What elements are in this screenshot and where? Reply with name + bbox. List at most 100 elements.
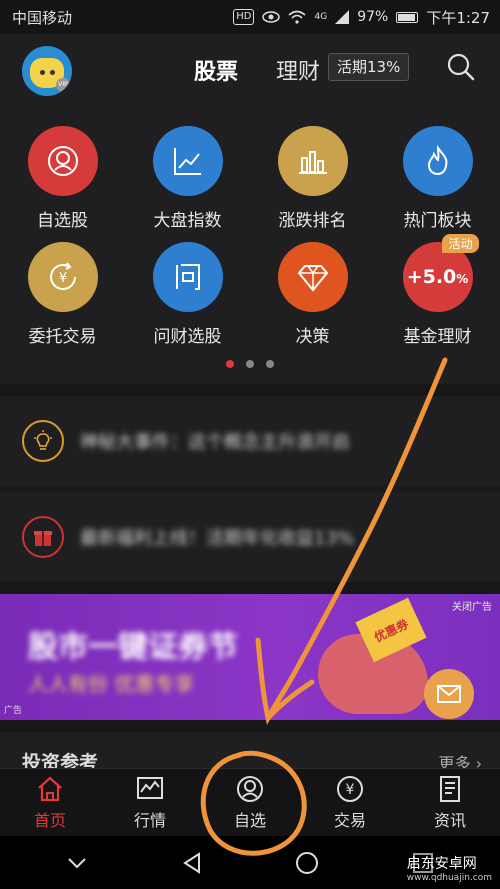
grid-item-hot-sector[interactable]: 热门板块 [375,120,500,236]
vip-badge: VIP [56,78,70,92]
grid-item-index[interactable]: 大盘指数 [125,120,250,236]
banner-subtitle: 人人有份 优惠专享 [28,672,195,696]
grid-item-decision[interactable]: 决策 [250,236,375,352]
bar-chart-icon [298,151,327,174]
eye-dot [40,70,45,75]
ad-banner[interactable]: 股市一键证券节 人人有份 优惠专享 优惠券 关闭广告 广告 [0,594,500,720]
status-bar: 中国移动 HD 4G 97% 下午1:27 [0,0,500,34]
grid-circle [277,126,348,196]
home-icon [38,776,62,802]
avatar[interactable]: VIP [22,46,72,96]
nav-news[interactable]: 资讯 [400,769,500,836]
search-icon[interactable] [446,52,476,82]
news-headline: 神秘大事件：这个概念主升浪开启 [80,432,350,453]
battery-percent: 97% [357,9,389,25]
grid-item-entrust-trade[interactable]: ¥ 委托交易 [0,236,125,352]
line-chart-icon [173,148,201,175]
grid-item-ask-select[interactable]: 问财选股 [125,236,250,352]
mail-button[interactable] [424,669,474,719]
hd-icon: HD [233,9,255,25]
grid-item-ranking[interactable]: 涨跌排名 [250,120,375,236]
watermark: 启东安卓网 www.qdhuajin.com [402,851,496,885]
banner-title: 股市一键证券节 [28,630,238,665]
battery-icon [396,11,419,23]
divider [0,384,500,396]
lightbulb-icon [22,420,64,462]
signal-icon [335,10,350,24]
watermark-title: 启东安卓网 [406,856,477,872]
grid-circle [152,242,223,312]
grid-item-fund[interactable]: 活动 +5.0% 基金理财 [375,234,500,352]
grid-circle [402,126,473,196]
tab-finance[interactable]: 理财 [276,54,320,86]
divider [0,582,500,594]
news-headline: 最新福利上线！活期年化收益13% [80,528,355,549]
nav-label: 自选 [233,811,266,830]
nav-label: 行情 [133,811,166,830]
feature-grid: 自选股 大盘指数 涨跌排名 热门板块 ¥ 委托交易 问财选股 决策 活动 +5.… [0,120,500,352]
news-row[interactable]: 神秘大事件：这个概念主升浪开启 [0,396,500,486]
nav-label: 交易 [333,811,366,830]
nav-market[interactable]: 行情 [100,769,200,836]
chevron-down-icon[interactable] [66,856,88,870]
fund-rate-unit: % [456,272,469,286]
news-row[interactable]: 最新福利上线！活期年化收益13% [0,492,500,582]
pager-dot[interactable] [266,360,274,368]
grid-circle [27,126,98,196]
nav-label: 资讯 [433,811,466,830]
wifi-icon [288,10,307,24]
eye-dot [50,70,55,75]
grid-circle [152,126,223,196]
grid-label: 涨跌排名 [278,211,347,231]
gift-icon [22,516,64,558]
grid-circle: 活动 +5.0% [402,234,479,312]
grid-label: 自选股 [37,211,88,231]
ask-icon [175,264,200,290]
news-icon [440,776,460,802]
divider [0,720,500,732]
signal-label: 4G [314,12,328,22]
watchlist-icon [237,776,263,802]
pager-dots [0,360,500,368]
pager-dot[interactable] [246,360,254,368]
carrier-label: 中国移动 [12,8,73,27]
svg-text:¥: ¥ [58,271,66,286]
yen-icon: ¥ [337,776,363,802]
grid-label: 基金理财 [403,327,472,347]
market-chart-icon [137,777,163,799]
tab-stock[interactable]: 股票 [194,54,238,86]
grid-label: 决策 [295,327,330,347]
user-circle-icon [47,146,78,176]
nav-label: 首页 [33,811,66,830]
watermark-url: www.qdhuajin.com [406,873,492,883]
bottom-nav: 首页 行情 自选 ¥ 交易 资讯 [0,768,500,836]
pager-dot[interactable] [226,360,234,368]
grid-label: 热门板块 [403,211,472,231]
diamond-icon [297,265,328,292]
promo-badge: 活动 [442,234,479,253]
home-circle-icon[interactable] [295,851,319,875]
top-header: VIP 股票 理财 活期13% [0,34,500,104]
nav-watchlist[interactable]: 自选 [200,769,300,836]
fire-icon [427,144,447,176]
fund-rate: +5.0% [407,266,469,288]
mail-icon [437,685,461,703]
nav-home[interactable]: 首页 [0,769,100,836]
back-icon[interactable] [181,851,203,875]
grid-circle [277,242,348,312]
investment-reference-header: 投资参考 更多 › [0,732,500,774]
svg-text:¥: ¥ [346,782,355,798]
fund-rate-value: +5.0 [406,266,457,288]
grid-label: 大盘指数 [153,211,222,231]
status-icons: HD 4G 97% 下午1:27 [233,7,490,28]
nav-trade[interactable]: ¥ 交易 [300,769,400,836]
ad-label: 广告 [4,706,23,716]
grid-circle: ¥ [27,242,98,312]
eye-icon [262,11,281,23]
grid-label: 委托交易 [28,327,97,347]
yen-cycle-icon: ¥ [49,262,76,290]
clock: 下午1:27 [426,8,490,27]
close-ad-button[interactable]: 关闭广告 [452,598,492,613]
rate-badge[interactable]: 活期13% [328,53,410,81]
grid-item-watchlist[interactable]: 自选股 [0,120,125,236]
